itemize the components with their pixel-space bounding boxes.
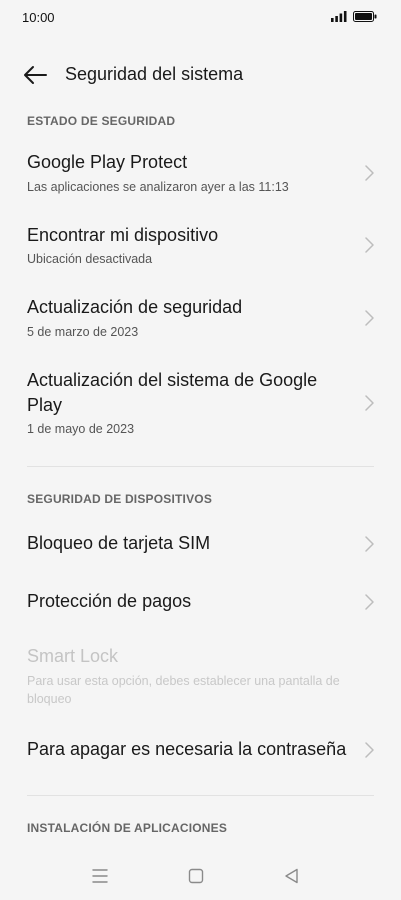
navigation-bar (0, 852, 401, 900)
status-icons (331, 11, 377, 22)
row-password-to-power-off[interactable]: Para apagar es necesaria la contraseña (0, 735, 401, 767)
chevron-right-icon (365, 310, 374, 326)
chevron-right-icon (365, 395, 374, 411)
row-subtitle: 5 de marzo de 2023 (27, 325, 139, 339)
menu-icon[interactable] (90, 866, 110, 886)
home-square-icon[interactable] (186, 866, 206, 886)
row-payment-protection[interactable]: Protección de pagos (0, 586, 401, 618)
row-title: Para apagar es necesaria la contraseña (27, 739, 347, 759)
status-bar: 10:00 (0, 0, 401, 36)
row-subtitle: Las aplicaciones se analizaron ayer a la… (27, 180, 289, 194)
section-header-device-security: SEGURIDAD DE DISPOSITIVOS (27, 492, 213, 506)
signal-icon (331, 11, 347, 22)
row-title: Bloqueo de tarjeta SIM (27, 533, 211, 553)
back-triangle-icon[interactable] (282, 866, 302, 886)
row-find-my-device[interactable]: Encontrar mi dispositivo Ubicación desac… (0, 221, 401, 273)
row-title: Google Play Protect (27, 152, 188, 172)
section-header-security-status: ESTADO DE SEGURIDAD (27, 114, 176, 128)
row-sim-card-lock[interactable]: Bloqueo de tarjeta SIM (0, 528, 401, 560)
row-subtitle: 1 de mayo de 2023 (27, 422, 135, 436)
battery-icon (353, 11, 377, 22)
chevron-right-icon (365, 594, 374, 610)
chevron-right-icon (365, 742, 374, 758)
row-google-play-system-update[interactable]: Actualización del sistema de Google Play… (0, 366, 401, 440)
arrow-left-icon[interactable] (22, 64, 48, 86)
divider (27, 466, 374, 467)
page-title: Seguridad del sistema (65, 64, 244, 84)
row-title: Actualización de seguridad (27, 297, 243, 317)
chevron-right-icon (365, 237, 374, 253)
divider (27, 795, 374, 796)
row-subtitle: Para usar esta opción, debes establecer … (27, 674, 340, 706)
row-title: Protección de pagos (27, 591, 192, 611)
chevron-right-icon (365, 165, 374, 181)
row-smart-lock: Smart Lock Para usar esta opción, debes … (0, 644, 401, 708)
row-google-play-protect[interactable]: Google Play Protect Las aplicaciones se … (0, 148, 401, 200)
row-title: Smart Lock (27, 646, 119, 666)
header: Seguridad del sistema (0, 56, 401, 96)
row-title: Actualización del sistema de Google Play (27, 370, 318, 415)
section-header-app-install: INSTALACIÓN DE APLICACIONES (27, 821, 228, 835)
row-subtitle: Ubicación desactivada (27, 252, 153, 266)
row-security-update[interactable]: Actualización de seguridad 5 de marzo de… (0, 293, 401, 345)
chevron-right-icon (365, 536, 374, 552)
row-title: Encontrar mi dispositivo (27, 225, 219, 245)
status-time: 10:00 (22, 10, 55, 25)
